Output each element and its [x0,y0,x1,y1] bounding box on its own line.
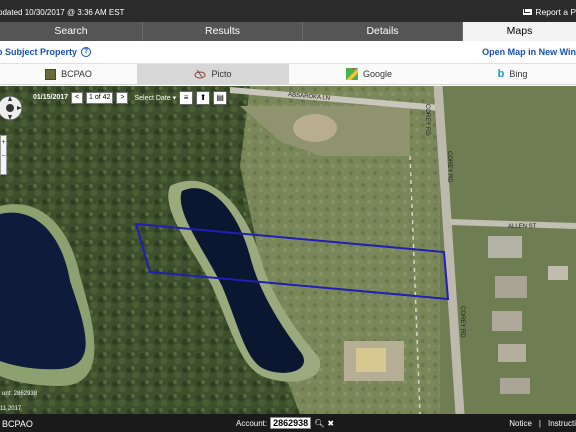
prev-date-button[interactable]: < [71,91,84,104]
provider-picto[interactable]: Picto [137,64,289,84]
tab-search-label: Search [54,25,88,37]
footer-brand: BCPAO [2,419,33,429]
aerial-imagery [0,86,576,414]
tab-results[interactable]: Results [143,22,303,41]
provider-bing[interactable]: b Bing [449,64,576,84]
open-map-new-window-link[interactable]: Open Map in New Win [482,47,576,57]
updated-timestamp: pdated 10/30/2017 @ 3:36 AM EST [0,8,125,17]
tab-details[interactable]: Details [303,22,463,41]
tab-search[interactable]: Search [0,22,143,41]
account-label: Account: [236,418,268,428]
aerial-map[interactable]: ABSAROKA LN COREY RD COREY RD COREY RD A… [0,86,576,414]
help-icon[interactable]: ? [81,47,92,57]
tab-results-label: Results [204,25,240,37]
map-account-overlay: unt: 2862938 [2,391,38,397]
envelope-icon [523,9,533,15]
separator: | [538,419,541,428]
layers-button[interactable]: ≡ [179,90,194,105]
provider-picto-label: Picto [211,69,232,79]
map-year-overlay: 11 2017 [0,406,22,412]
corey-rd-label-low: COREY RD [459,306,465,338]
provider-google[interactable]: Google [289,64,449,84]
allen-st-label: ALLEN ST [508,224,537,230]
search-icon[interactable]: 🔍︎ [314,419,324,428]
bing-icon: b [497,68,505,80]
instructions-link[interactable]: Instructi [548,419,576,428]
top-bar: pdated 10/30/2017 @ 3:36 AM EST Report a… [0,0,576,22]
bcpao-icon [45,68,57,80]
provider-bcpao[interactable]: BCPAO [0,64,137,84]
imagery-date-toolbar: 01/15/2017 < 1 of 42 > Select Date ▾ ≡ ⬆… [0,90,228,105]
main-tabs: Search Results Details Maps [0,22,576,41]
corey-rd-label-top: COREY RD [424,104,430,136]
account-box: Account: 2862938 🔍︎ ✖ [236,417,334,429]
tab-maps-label: Maps [506,25,533,37]
date-page-indicator: 1 of 42 [86,91,114,104]
pin-button[interactable]: ⬆ [196,90,211,105]
next-date-button[interactable]: > [116,91,129,104]
tab-maps[interactable]: Maps [463,22,576,41]
report-problem-link[interactable]: Report a P [523,7,576,17]
print-button[interactable]: ▤ [213,90,228,105]
zoom-out-button[interactable]: − [1,150,6,164]
map-provider-tabs: BCPAO Picto Google b Bing [0,63,576,85]
select-date-dropdown[interactable]: Select Date ▾ [134,94,176,102]
provider-bing-label: Bing [509,69,528,79]
picto-icon [194,69,206,79]
provider-bcpao-label: BCPAO [61,69,92,79]
close-icon[interactable]: ✖ [327,419,334,428]
go-to-subject-property-link[interactable]: o Subject Property [0,47,77,57]
layers-icon: ≡ [183,92,189,102]
notice-link[interactable]: Notice [509,419,532,428]
report-label: Report a P [535,7,576,17]
zoom-control[interactable]: + − [0,135,7,175]
pin-icon: ⬆ [199,92,207,102]
corey-rd-label-mid: COREY RD [446,151,452,183]
google-maps-icon [345,68,358,80]
zoom-in-button[interactable]: + [1,136,6,150]
tab-details-label: Details [366,25,399,37]
map-subheader: o Subject Property ? Open Map in New Win [0,41,576,63]
imagery-date: 01/15/2017 [33,94,69,101]
select-date-label: Select Date [134,94,171,102]
provider-google-label: Google [362,69,393,79]
print-icon: ▤ [216,92,224,102]
account-number: 2862938 [270,417,312,429]
footer-bar: BCPAO Account: 2862938 🔍︎ ✖ Notice | Ins… [0,414,576,432]
